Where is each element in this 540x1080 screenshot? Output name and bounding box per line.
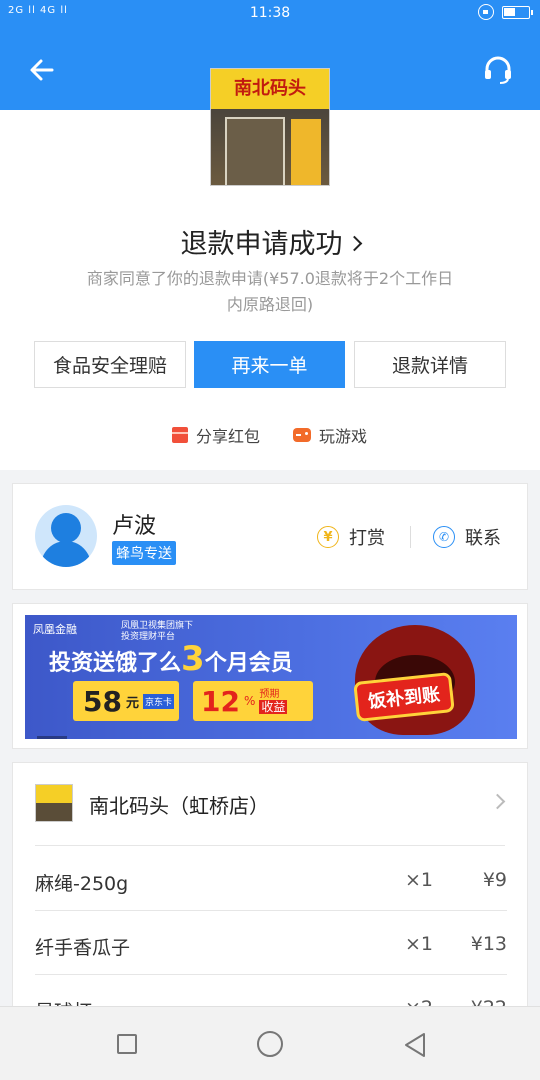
item-price: ¥13 <box>470 933 507 955</box>
yield-note: 预期 收益 <box>259 688 288 714</box>
contact-label: 联系 <box>465 528 501 549</box>
shop-row[interactable]: 南北码头（虹桥店） <box>13 763 529 843</box>
system-navigation-bar <box>0 1006 540 1080</box>
item-quantity: ×1 <box>404 933 433 955</box>
item-price: ¥9 <box>482 869 507 891</box>
rider-name: 卢波 <box>112 514 157 539</box>
shop-name: 南北码头（虹桥店） <box>89 794 269 818</box>
triangle-back-icon <box>405 1033 425 1057</box>
reorder-button[interactable]: 再来一单 <box>194 341 345 388</box>
battery-icon <box>502 5 533 19</box>
divider <box>35 845 505 846</box>
food-safety-claim-button[interactable]: 食品安全理赔 <box>34 341 186 388</box>
ad-headline-suffix: 个月会员 <box>204 651 293 676</box>
tip-label: 打赏 <box>349 528 385 549</box>
status-bar: 2G ll 4G ll 11:38 <box>0 0 540 28</box>
ad-headline-number: 3 <box>181 639 205 679</box>
tip-rider-button[interactable]: ¥ 打赏 <box>317 524 385 550</box>
customer-service-button[interactable] <box>478 50 518 90</box>
delivery-service-badge: 蜂鸟专送 <box>112 541 176 565</box>
ad-card: 凤凰金融 凤凰卫视集团旗下 投资理财平台 投资送饿了么3个月会员 58 元 京东… <box>12 603 528 749</box>
status-icons <box>478 4 533 20</box>
share-red-packet-link[interactable]: 分享红包 <box>172 423 260 447</box>
ad-brand: 凤凰金融 <box>33 623 77 636</box>
play-game-link[interactable]: 玩游戏 <box>293 423 367 447</box>
share-red-packet-label: 分享红包 <box>196 427 261 446</box>
recent-apps-button[interactable] <box>117 1034 137 1054</box>
phone-icon: ✆ <box>433 526 455 548</box>
avatar-head <box>51 513 81 543</box>
item-quantity: ×1 <box>404 869 433 891</box>
order-item-row: 纤手香瓜子 ×1 ¥13 <box>35 911 507 975</box>
yield-number: 12 <box>201 684 240 718</box>
ad-banner[interactable]: 凤凰金融 凤凰卫视集团旗下 投资理财平台 投资送饿了么3个月会员 58 元 京东… <box>25 615 517 739</box>
store-photo: 南北码头 <box>210 68 330 186</box>
yield-note-label: 预期 <box>259 688 280 700</box>
home-button[interactable] <box>257 1031 283 1057</box>
refund-detail-button[interactable]: 退款详情 <box>354 341 506 388</box>
refund-status-title[interactable]: 退款申请成功 <box>0 222 540 261</box>
clock: 11:38 <box>249 5 291 21</box>
store-pillar <box>291 119 321 185</box>
ad-brand-sub-line1: 凤凰卫视集团旗下 <box>121 621 194 631</box>
refund-status-label: 退款申请成功 <box>180 229 343 260</box>
item-name: 麻绳-250g <box>35 873 129 895</box>
ad-coupon-yield: 12 % 预期 收益 <box>193 681 313 721</box>
rotation-lock-icon <box>478 4 494 20</box>
yield-note-strong: 收益 <box>259 699 288 714</box>
item-name: 纤手香瓜子 <box>35 937 131 959</box>
rider-avatar <box>35 505 97 567</box>
ad-headline: 投资送饿了么3个月会员 <box>49 639 293 679</box>
store-door <box>225 117 285 185</box>
coupon-unit: 元 <box>125 695 139 711</box>
yield-percent: % <box>243 694 256 708</box>
avatar-body <box>41 541 91 567</box>
ad-label: 广告 <box>37 736 67 739</box>
gamepad-icon <box>293 428 311 442</box>
store-sign: 南北码头 <box>211 69 329 109</box>
play-game-label: 玩游戏 <box>319 427 368 446</box>
red-packet-icon <box>172 427 188 443</box>
ad-coupon-jd: 58 元 京东卡 <box>73 681 179 721</box>
coin-icon: ¥ <box>317 526 339 548</box>
refund-description: 商家同意了你的退款申请(¥57.0退款将于2个工作日内原路退回) <box>86 269 454 314</box>
headset-icon <box>485 56 511 84</box>
coupon-amount: 58 <box>83 684 122 718</box>
coupon-tag: 京东卡 <box>142 693 174 709</box>
rider-card: 卢波 蜂鸟专送 ¥ 打赏 ✆ 联系 <box>12 483 528 590</box>
ad-headline-prefix: 投资送饿了么 <box>49 651 182 676</box>
order-item-row: 麻绳-250g ×1 ¥9 <box>35 847 507 911</box>
arrow-left-icon <box>30 59 54 81</box>
contact-rider-button[interactable]: ✆ 联系 <box>433 524 501 550</box>
back-button[interactable] <box>22 50 62 90</box>
divider <box>410 526 411 548</box>
chevron-right-icon <box>489 793 506 810</box>
chevron-right-icon <box>346 235 362 252</box>
shop-thumbnail <box>35 784 73 822</box>
